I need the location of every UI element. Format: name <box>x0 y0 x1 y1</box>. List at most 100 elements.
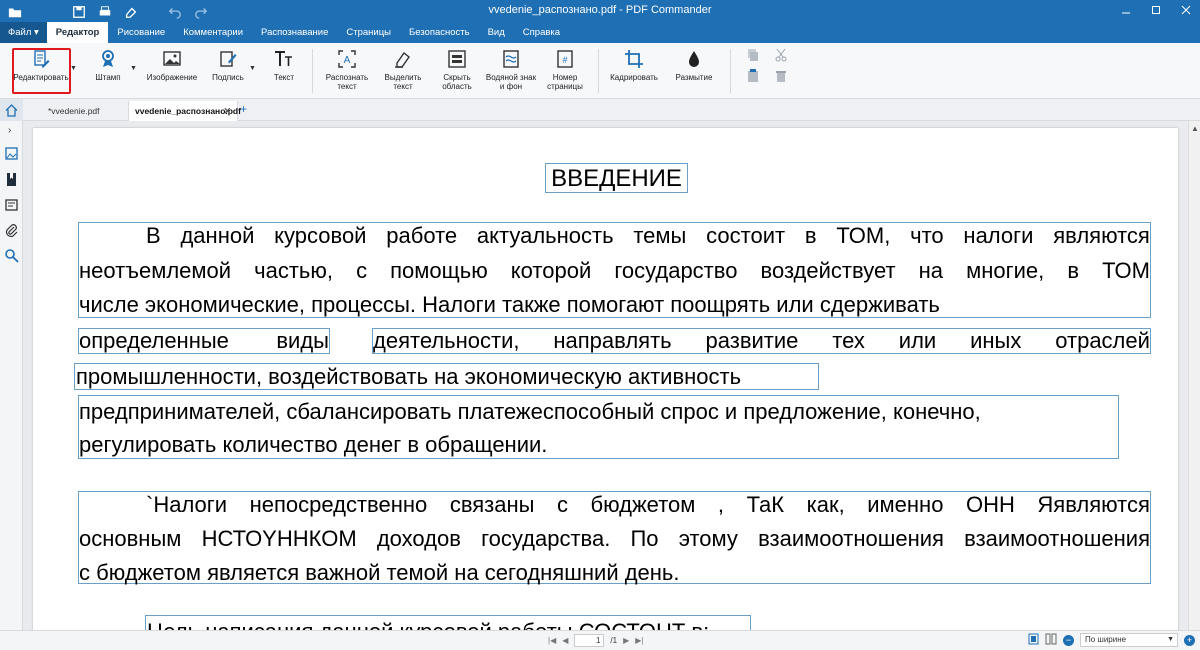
bookmarks-icon[interactable] <box>4 172 19 187</box>
text-block-paragraph-3[interactable]: предпринимателей, сбалансировать платеже… <box>78 395 1119 459</box>
copy-icon[interactable] <box>746 48 760 62</box>
text-span: ТОМ <box>1102 258 1150 283</box>
text-label: Текст <box>273 73 295 82</box>
text-span: , <box>717 492 725 517</box>
paragraph-2c-line: промышленности, воздействовать на эконом… <box>76 364 742 389</box>
scroll-up-arrow-icon[interactable]: ▲ <box>1191 124 1199 133</box>
blur-button[interactable]: Размытие <box>672 48 716 96</box>
signature-button[interactable]: Подпись <box>208 48 248 96</box>
doc-tab-vvedenie[interactable]: *vvedenie.pdf <box>26 101 128 121</box>
trash-icon[interactable] <box>774 69 788 83</box>
page-navigator: |◀ ◀ 1 /1 ▶ ▶| <box>548 634 643 647</box>
text-span: воздействует <box>760 258 896 283</box>
doc-tab-vvedenie-recognized[interactable]: vvedenie_распознано.pdf ✕ <box>128 101 241 121</box>
text-span: или <box>898 328 937 353</box>
left-sidebar: › <box>0 121 23 630</box>
thumbnails-icon[interactable] <box>4 146 19 161</box>
search-icon[interactable] <box>4 248 19 263</box>
select-text-label-2: текст <box>393 82 413 91</box>
text-span: что <box>910 223 944 248</box>
document-viewport[interactable]: ВВЕДЕНИЕ Вданной курсовой работе актуальнос… <box>23 121 1188 630</box>
page-number-button[interactable]: # Номер страницы <box>542 48 588 96</box>
first-page-icon[interactable]: |◀ <box>548 636 556 645</box>
recognize-text-button[interactable]: A Распознать текст <box>322 48 372 96</box>
paragraph-3-line-2: регулировать количество денег в обращени… <box>79 432 548 457</box>
zoom-out-icon[interactable]: − <box>1063 634 1074 646</box>
tab-pages[interactable]: Страницы <box>337 22 400 43</box>
tab-editor[interactable]: Редактор <box>46 22 109 43</box>
text-span: именно <box>867 492 944 517</box>
close-tab-icon[interactable]: ✕ <box>223 101 231 121</box>
page-number-input[interactable]: 1 <box>574 634 605 647</box>
watermark-button[interactable]: Водяной знак и фон <box>484 48 538 96</box>
paste-icon[interactable] <box>746 69 760 83</box>
ocr-icon: A <box>336 48 358 70</box>
hide-area-button[interactable]: Скрыть область <box>436 48 478 96</box>
stamp-label: Штамп <box>95 73 121 82</box>
paragraph-4-line-1: `Налоги непосредственно связаны с бюджетом, Т… <box>146 492 1150 518</box>
last-page-icon[interactable]: ▶| <box>635 636 643 645</box>
text-span: определенные <box>79 328 229 353</box>
text-block-paragraph-1[interactable]: Вданной курсовой работе актуальность темы сос… <box>78 222 1151 318</box>
close-icon[interactable] <box>1180 3 1192 17</box>
text-span: этому <box>678 526 738 551</box>
home-button[interactable] <box>0 99 23 121</box>
text-span: связаны <box>449 492 535 517</box>
signature-dropdown-arrow[interactable]: ▼ <box>249 65 256 72</box>
edit-dropdown-arrow[interactable]: ▼ <box>70 65 77 72</box>
text-span: в <box>804 223 817 248</box>
doc-tab-label: *vvedenie.pdf <box>48 106 100 116</box>
text-block-paragraph-2c[interactable]: промышленности, воздействовать на эконом… <box>74 363 819 390</box>
pdf-commander-window: vvedenie_распознано.pdf - PDF Commander … <box>0 0 1200 650</box>
expand-sidebar-icon[interactable]: › <box>8 125 23 140</box>
text-block-paragraph-2b[interactable]: деятельности, направлять развитие тех или ины… <box>372 328 1151 354</box>
text-span: многие, <box>966 258 1045 283</box>
crop-button[interactable]: Кадрировать <box>606 48 662 96</box>
text-block-paragraph-2a[interactable]: определенные виды <box>78 328 330 354</box>
stamp-button[interactable]: Штамп <box>90 48 126 96</box>
text-span: ТаК <box>746 492 785 517</box>
tab-drawing[interactable]: Рисование <box>108 22 174 43</box>
previous-page-icon[interactable]: ◀ <box>562 636 568 645</box>
text-span: взаимоотношения <box>964 526 1150 551</box>
text-span: бюджетом <box>590 492 696 517</box>
tab-help[interactable]: Справка <box>514 22 569 43</box>
comments-icon[interactable] <box>4 198 19 213</box>
text-span: государства. <box>481 526 611 551</box>
tab-recognition[interactable]: Распознавание <box>252 22 337 43</box>
pdf-page[interactable]: ВВЕДЕНИЕ Вданной курсовой работе актуальнос… <box>33 128 1178 630</box>
text-block-paragraph-5[interactable]: Цель написания данной курсовой работы СО… <box>145 615 751 630</box>
cut-icon[interactable] <box>774 48 788 62</box>
tab-security[interactable]: Безопасность <box>400 22 479 43</box>
tab-file[interactable]: Файл ▾ <box>0 22 47 43</box>
zoom-in-icon[interactable]: + <box>1184 634 1195 646</box>
next-page-icon[interactable]: ▶ <box>623 636 629 645</box>
maximize-icon[interactable] <box>1150 3 1162 17</box>
text-block-heading[interactable]: ВВЕДЕНИЕ <box>545 163 688 193</box>
text-block-paragraph-4[interactable]: `Налоги непосредственно связаны с бюджетом, Т… <box>78 491 1151 585</box>
zoom-controls: − По ширине ▼ + <box>1028 633 1195 647</box>
add-tab-icon[interactable]: + <box>240 102 247 116</box>
stamp-dropdown-arrow[interactable]: ▼ <box>130 65 137 72</box>
text-span: тех <box>832 328 865 353</box>
single-page-view-icon[interactable] <box>1028 633 1039 647</box>
text-button[interactable]: Текст <box>268 48 300 96</box>
zoom-value: По ширине <box>1085 635 1127 644</box>
title-bar: vvedenie_распознано.pdf - PDF Commander … <box>0 0 1200 43</box>
vertical-scrollbar[interactable]: ▲ <box>1188 121 1200 630</box>
minimize-icon[interactable] <box>1120 3 1132 17</box>
two-page-view-icon[interactable] <box>1045 633 1057 647</box>
zoom-select[interactable]: По ширине ▼ <box>1080 633 1178 647</box>
highlighter-icon <box>392 48 414 70</box>
text-span: на <box>918 258 943 283</box>
paragraph-1-line-3: числе экономические, процессы. Налоги та… <box>79 292 940 317</box>
tab-view[interactable]: Вид <box>479 22 514 43</box>
tab-comments[interactable]: Комментарии <box>174 22 252 43</box>
text-span: иных <box>970 328 1022 353</box>
image-button[interactable]: Изображение <box>144 48 200 96</box>
crop-icon <box>623 48 645 70</box>
page-title: ВВЕДЕНИЕ <box>551 165 682 192</box>
select-text-button[interactable]: Выделить текст <box>380 48 426 96</box>
attachment-icon[interactable] <box>4 223 19 238</box>
paragraph-4-line-3: с бюджетом является важной темой на сего… <box>79 560 680 585</box>
